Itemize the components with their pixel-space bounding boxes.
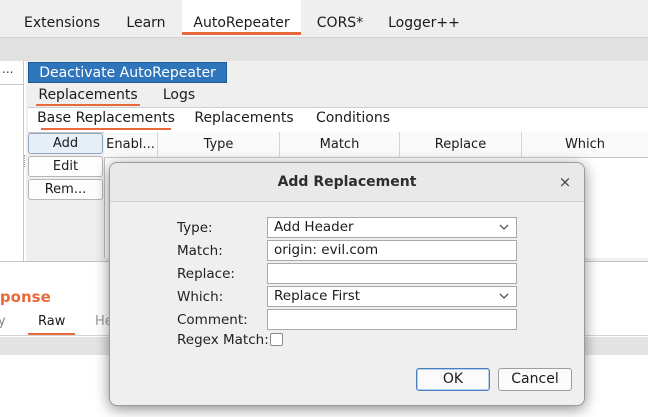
column-replace[interactable]: Replace — [400, 132, 522, 157]
column-type[interactable]: Type — [158, 132, 280, 157]
tab-replacements[interactable]: Replacements — [30, 84, 146, 106]
toolbar-band — [0, 38, 648, 61]
subtab-base-replacements[interactable]: Base Replacements — [35, 107, 177, 131]
replace-input[interactable] — [267, 263, 517, 284]
tab-learn[interactable]: Learn — [116, 0, 176, 36]
chevron-down-icon — [499, 293, 509, 299]
match-input[interactable]: origin: evil.com — [267, 240, 517, 261]
which-select-value: Replace First — [274, 288, 361, 304]
match-input-value: origin: evil.com — [274, 242, 379, 258]
cancel-button[interactable]: Cancel — [498, 368, 572, 391]
close-icon[interactable]: × — [556, 173, 574, 191]
subtab-conditions[interactable]: Conditions — [310, 107, 396, 131]
column-match[interactable]: Match — [280, 132, 400, 157]
regex-match-label: Regex Match: — [177, 332, 269, 348]
subtab-replacements[interactable]: Replacements — [190, 107, 298, 131]
regex-match-checkbox[interactable] — [270, 333, 283, 346]
tab-logs[interactable]: Logs — [152, 84, 206, 106]
replace-label: Replace: — [177, 266, 235, 282]
ok-button[interactable]: OK — [416, 368, 490, 391]
add-button[interactable]: Add — [28, 133, 103, 154]
edit-button[interactable]: Edit — [28, 156, 103, 177]
type-select[interactable]: Add Header — [267, 217, 517, 238]
column-enabled[interactable]: Enabl... — [104, 132, 158, 157]
left-pane — [0, 61, 24, 261]
response-tab-pretty[interactable]: y — [0, 311, 6, 333]
response-title: sponse — [0, 288, 51, 306]
column-which[interactable]: Which — [522, 132, 648, 157]
add-replacement-dialog: Add Replacement × Type: Add Header Match… — [109, 162, 585, 406]
type-label: Type: — [177, 220, 213, 236]
dialog-title: Add Replacement — [277, 174, 417, 190]
comment-input[interactable] — [267, 309, 517, 330]
which-label: Which: — [177, 289, 224, 305]
deactivate-autorepeater-button[interactable]: Deactivate AutoRepeater — [28, 62, 227, 83]
response-tab-raw[interactable]: Raw — [27, 311, 76, 335]
tab-extensions[interactable]: Extensions — [18, 0, 106, 36]
match-label: Match: — [177, 243, 223, 259]
remove-button[interactable]: Rem... — [28, 179, 103, 200]
tab-autorepeater[interactable]: AutoRepeater — [182, 0, 301, 36]
tab-cors[interactable]: CORS* — [307, 0, 373, 36]
left-pane-menu[interactable]: ... — [2, 62, 13, 76]
tab-logger[interactable]: Logger++ — [383, 0, 465, 36]
splitter-grip-icon[interactable] — [24, 155, 27, 167]
chevron-down-icon — [499, 224, 509, 230]
which-select[interactable]: Replace First — [267, 286, 517, 307]
type-select-value: Add Header — [274, 219, 354, 235]
left-pane-divider — [0, 84, 23, 85]
comment-label: Comment: — [177, 312, 248, 328]
